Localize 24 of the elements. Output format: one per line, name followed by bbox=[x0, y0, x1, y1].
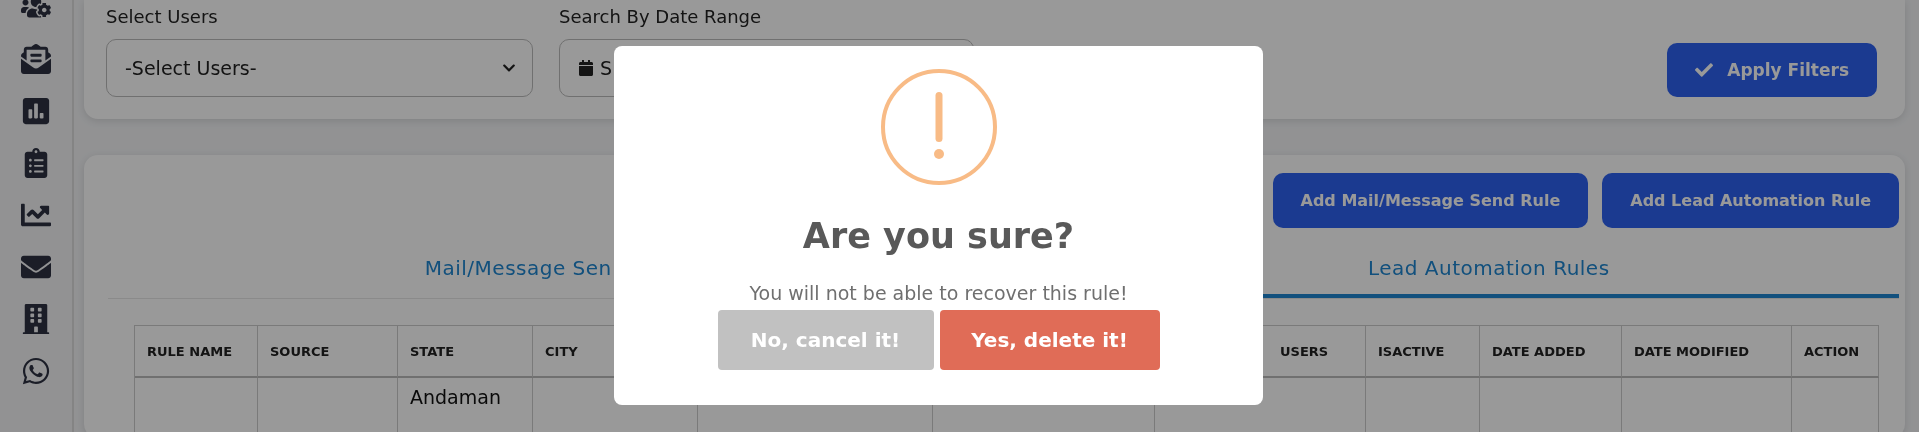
field-label: Select Users bbox=[106, 6, 219, 27]
column-header: ACTION bbox=[1792, 326, 1879, 378]
delete-button[interactable]: Yes, delete it! bbox=[939, 310, 1160, 370]
table-cell: Andaman bbox=[398, 378, 533, 432]
column-header: ISACTIVE bbox=[1366, 326, 1480, 378]
bar-chart-icon[interactable] bbox=[21, 96, 51, 126]
add-rule-button[interactable]: Add Mail/Message Send Rule bbox=[1272, 173, 1589, 228]
warning-icon bbox=[879, 68, 998, 186]
cancel-button[interactable]: No, cancel it! bbox=[717, 310, 934, 370]
column-header: RULE NAME bbox=[135, 326, 258, 378]
check-icon bbox=[1695, 61, 1714, 79]
column-header: SOURCE bbox=[258, 326, 398, 378]
column-header: DATE MODIFIED bbox=[1622, 326, 1792, 378]
whatsapp-icon[interactable] bbox=[21, 356, 51, 386]
add-rule-button[interactable]: Add Lead Automation Rule bbox=[1602, 173, 1899, 228]
calendar-icon bbox=[578, 60, 594, 76]
building-icon[interactable] bbox=[21, 304, 51, 334]
field-label: Search By Date Range bbox=[559, 6, 763, 27]
apply-filters-button[interactable]: Apply Filters bbox=[1667, 43, 1877, 97]
column-header: DATE ADDED bbox=[1480, 326, 1622, 378]
column-header: STATE bbox=[398, 326, 533, 378]
users-select[interactable]: -Select Users- bbox=[106, 39, 533, 97]
dialog-title: Are you sure? bbox=[802, 216, 1075, 256]
open-envelope-icon[interactable] bbox=[21, 44, 51, 74]
